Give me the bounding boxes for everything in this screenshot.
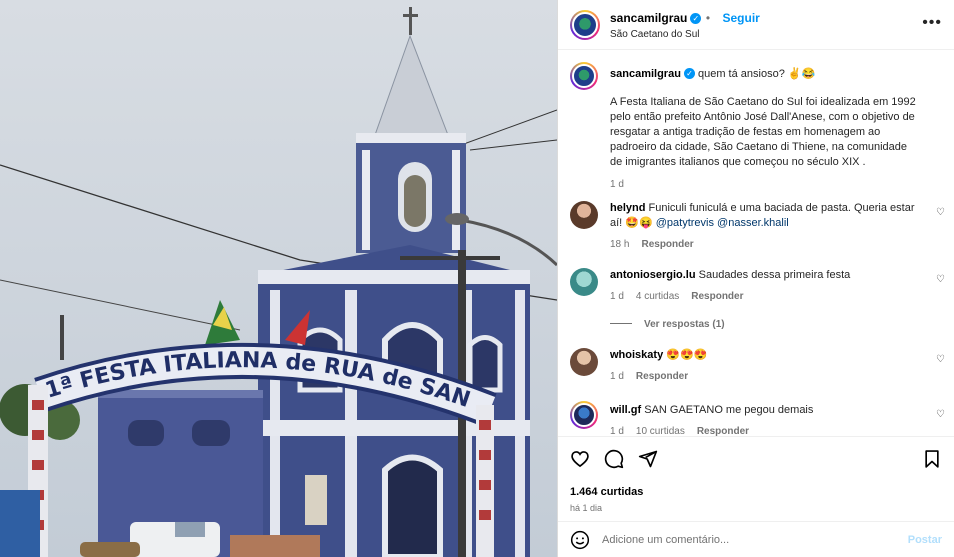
caption-avatar[interactable]	[570, 62, 598, 90]
comment-text: SAN GAETANO me pegou demais	[644, 404, 814, 416]
comment-username[interactable]: will.gf	[610, 404, 641, 416]
comment-username[interactable]: whoiskaty	[610, 349, 663, 361]
comment-item: helynd Funiculi funiculá e uma baciada d…	[558, 201, 954, 252]
comment-item: will.gf SAN GAETANO me pegou demais 1 d 1…	[558, 401, 954, 436]
author-avatar[interactable]	[570, 9, 600, 40]
post-image[interactable]: 1ª FESTA ITALIANA de RUA de SAN GAETANO	[0, 0, 557, 557]
verified-badge-icon: ✓	[683, 68, 695, 79]
comments-list[interactable]: sancamilgrau ✓ quem tá ansioso? ✌️😂 A Fes…	[558, 50, 954, 436]
comment-input[interactable]: Adicione um comentário...	[602, 534, 908, 546]
comment-text: 😍😍😍	[666, 349, 708, 361]
share-paper-plane-icon[interactable]	[638, 449, 658, 469]
comment-time[interactable]: 1 d	[610, 291, 624, 302]
reply-button[interactable]: Responder	[641, 239, 693, 250]
comment-likes[interactable]: 4 curtidas	[636, 291, 679, 302]
reply-button[interactable]: Responder	[636, 371, 688, 382]
comment-time[interactable]: 1 d	[610, 371, 624, 382]
reply-button[interactable]: Responder	[691, 291, 743, 302]
caption-time[interactable]: 1 d	[610, 179, 624, 190]
posted-time[interactable]: há 1 dia	[570, 503, 942, 513]
post-panel: sancamilgrau ✓ • Seguir São Caetano do Su…	[557, 0, 954, 557]
like-comment-icon[interactable]: ♡	[936, 207, 946, 218]
comment-item: antoniosergio.lu Saudades dessa primeira…	[558, 268, 954, 304]
follow-button[interactable]: Seguir	[722, 11, 759, 25]
comment-likes[interactable]: 10 curtidas	[636, 426, 685, 436]
commenter-avatar[interactable]	[570, 268, 598, 296]
post-location[interactable]: São Caetano do Sul	[610, 29, 760, 40]
post-comment-button[interactable]: Postar	[908, 534, 942, 546]
author-username[interactable]: sancamilgrau	[610, 11, 687, 25]
verified-badge-icon: ✓	[690, 13, 702, 24]
comment-bubble-icon[interactable]	[604, 449, 624, 469]
like-comment-icon[interactable]: ♡	[936, 274, 946, 285]
comment-username[interactable]: antoniosergio.lu	[610, 269, 696, 281]
save-bookmark-icon[interactable]	[922, 449, 942, 469]
like-comment-icon[interactable]: ♡	[936, 354, 946, 365]
caption: sancamilgrau ✓ quem tá ansioso? ✌️😂 A Fes…	[558, 62, 954, 192]
comment-mentions[interactable]: @patytrevis @nasser.khalil	[656, 217, 789, 229]
church-photo: 1ª FESTA ITALIANA de RUA de SAN GAETANO	[0, 0, 557, 557]
post-actions: 1.464 curtidas há 1 dia	[558, 436, 954, 521]
more-options-icon[interactable]: •••	[922, 14, 942, 32]
commenter-avatar[interactable]	[570, 401, 598, 429]
post-header: sancamilgrau ✓ • Seguir São Caetano do Su…	[558, 0, 954, 50]
caption-body-text: A Festa Italiana de São Caetano do Sul f…	[610, 96, 916, 168]
caption-inline-text: quem tá ansioso? ✌️😂	[697, 68, 816, 80]
comment-text: Saudades dessa primeira festa	[698, 269, 851, 281]
like-comment-icon[interactable]: ♡	[936, 409, 946, 420]
like-heart-icon[interactable]	[570, 449, 590, 469]
comment-username[interactable]: helynd	[610, 202, 645, 214]
likes-count[interactable]: 1.464 curtidas	[570, 486, 942, 498]
comment-time[interactable]: 1 d	[610, 426, 624, 436]
commenter-avatar[interactable]	[570, 348, 598, 376]
reply-button[interactable]: Responder	[697, 426, 749, 436]
add-comment-bar: Adicione um comentário... Postar	[558, 521, 954, 557]
commenter-avatar[interactable]	[570, 201, 598, 229]
view-replies-button[interactable]: Ver respostas (1)	[610, 319, 725, 330]
comment-time[interactable]: 18 h	[610, 239, 629, 250]
comment-item: whoiskaty 😍😍😍 1 d Responder ♡	[558, 348, 954, 384]
caption-username[interactable]: sancamilgrau	[610, 68, 681, 80]
emoji-icon[interactable]	[570, 530, 590, 550]
